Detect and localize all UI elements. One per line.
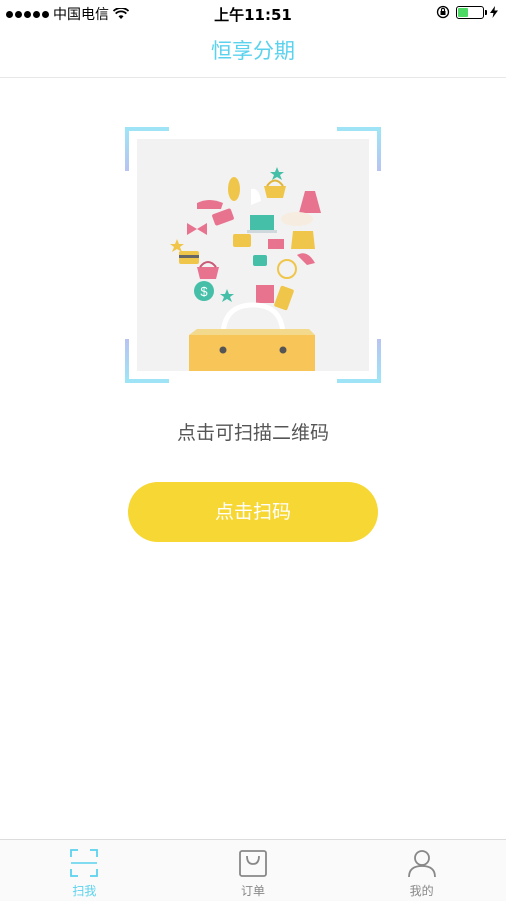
orientation-lock-icon (436, 5, 450, 19)
phone-icon (274, 285, 294, 311)
basket-icon (264, 179, 286, 198)
tab-scan[interactable]: 扫我 (0, 840, 169, 901)
shopping-illustration: $ (137, 139, 369, 371)
sale-tag-icon (212, 208, 234, 226)
page-title: 恒享分期 (0, 26, 506, 78)
star-icon (220, 289, 234, 302)
status-time: 上午11:51 (214, 6, 292, 24)
shopping-bag-illustration (189, 302, 315, 371)
scan-icon (70, 849, 99, 877)
shoe-icon (197, 200, 223, 209)
charging-bolt-icon (490, 6, 498, 18)
shopping-basket-icon (197, 261, 219, 279)
scan-qr-button[interactable]: 点击扫码 (128, 482, 378, 542)
hat-icon (281, 212, 313, 226)
user-icon (407, 850, 436, 878)
laptop-icon (250, 215, 274, 230)
bow-icon (187, 223, 207, 235)
svg-text:$: $ (200, 284, 208, 299)
shopping-bag-icon (239, 850, 267, 877)
tab-mine[interactable]: 我的 (337, 840, 506, 901)
bottle-icon (228, 177, 240, 201)
status-bar: 中国电信 上午11:51 (0, 0, 506, 26)
dress-icon (299, 191, 321, 213)
battery-icon (456, 5, 487, 19)
scan-hint-text: 点击可扫描二维码 (176, 422, 329, 444)
gift-bag-icon (256, 285, 274, 303)
star-icon (270, 167, 284, 180)
scan-illustration-frame[interactable]: $ (125, 127, 381, 383)
camera-icon (253, 255, 267, 266)
status-right (436, 5, 498, 19)
heels-icon (297, 253, 315, 265)
shirt-icon (291, 231, 315, 249)
lipstick-icon (268, 239, 284, 249)
sneaker-icon (251, 188, 261, 205)
wallet-icon (233, 234, 251, 247)
tab-scan-label: 扫我 (72, 884, 97, 898)
shopping-items-illustration: $ (170, 167, 321, 371)
tab-orders-label: 订单 (241, 884, 266, 898)
tab-bar: 扫我 订单 我的 (0, 839, 506, 901)
necklace-icon (277, 259, 297, 279)
tab-orders[interactable]: 订单 (169, 840, 338, 901)
tab-mine-label: 我的 (409, 884, 434, 898)
star-icon (170, 239, 184, 252)
